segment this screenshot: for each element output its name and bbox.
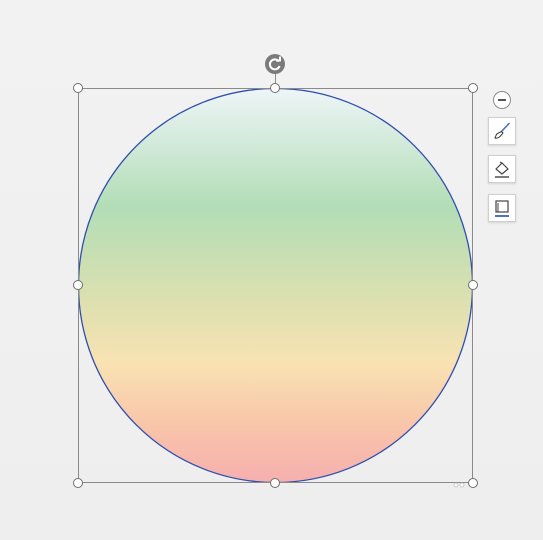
- corner-dots-icon: [453, 482, 465, 488]
- shape-styles-button[interactable]: [488, 117, 516, 145]
- shape-outline-icon: [495, 200, 509, 217]
- resize-handle-top-center[interactable]: [270, 83, 280, 93]
- slide-canvas[interactable]: [0, 0, 543, 540]
- shape-fill-button[interactable]: [488, 155, 516, 183]
- resize-handle-middle-left[interactable]: [73, 280, 83, 290]
- minus-circle-icon[interactable]: [493, 91, 511, 109]
- resize-handle-bottom-left[interactable]: [73, 478, 83, 488]
- resize-handle-middle-right[interactable]: [468, 280, 478, 290]
- paintbrush-icon: [494, 122, 510, 139]
- shape-outline-button[interactable]: [488, 194, 516, 222]
- paint-bucket-icon: [495, 161, 509, 178]
- selection-frame: [78, 88, 473, 483]
- resize-handle-bottom-center[interactable]: [270, 478, 280, 488]
- rotate-handle-icon[interactable]: [265, 54, 285, 74]
- resize-handle-bottom-right[interactable]: [468, 478, 478, 488]
- resize-handle-top-right[interactable]: [468, 83, 478, 93]
- resize-handle-top-left[interactable]: [73, 83, 83, 93]
